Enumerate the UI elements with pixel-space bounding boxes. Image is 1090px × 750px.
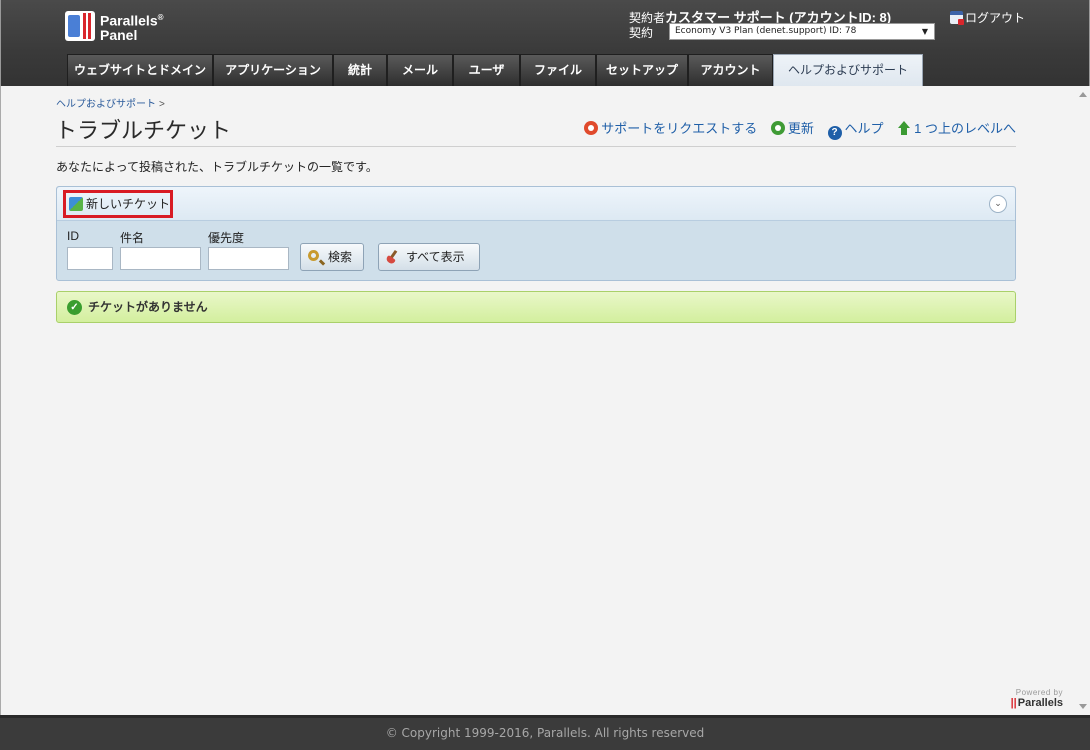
request-support-label: サポートをリクエストする	[601, 121, 758, 136]
parallels-brand-text: Parallels	[1017, 697, 1063, 709]
footer: © Copyright 1999-2016, Parallels. All ri…	[0, 715, 1090, 750]
priority-filter-label: 優先度	[208, 231, 245, 245]
show-all-button-label: すべて表示	[406, 250, 465, 264]
help-label: ヘルプ	[844, 121, 884, 136]
new-ticket-label: 新しいチケット	[86, 197, 171, 211]
empty-list-notice: ✓ チケットがありません	[56, 291, 1016, 323]
search-icon	[308, 250, 319, 261]
refresh-icon	[770, 121, 785, 135]
tab-statistics[interactable]: 統計	[333, 54, 387, 86]
page-actions: サポートをリクエストする 更新 ? ヘルプ 1 つ上のレベルへ	[574, 118, 1016, 140]
refresh-label: 更新	[787, 121, 814, 136]
new-ticket-icon	[69, 197, 83, 211]
up-level-link[interactable]: 1 つ上のレベルへ	[897, 118, 1016, 137]
tab-applications[interactable]: アプリケーション	[213, 54, 333, 86]
subject-filter-input[interactable]	[120, 247, 201, 270]
tab-files[interactable]: ファイル	[520, 54, 596, 86]
subscription-select[interactable]: Economy V3 Plan (denet.support) ID: 78 ▼	[669, 23, 935, 40]
id-filter-input[interactable]	[67, 247, 113, 270]
help-link[interactable]: ? ヘルプ	[827, 118, 884, 140]
show-all-button[interactable]: すべて表示	[378, 243, 480, 271]
panel-logo-icon	[65, 11, 95, 41]
subscription-value: Economy V3 Plan (denet.support) ID: 78	[675, 26, 857, 36]
check-icon: ✓	[67, 300, 82, 315]
up-arrow-icon	[897, 121, 911, 135]
breadcrumb-help-support[interactable]: ヘルプおよびサポート	[56, 99, 156, 110]
tab-help-support[interactable]: ヘルプおよびサポート	[773, 54, 923, 86]
powered-by-label: Powered by	[1015, 688, 1063, 697]
breadcrumb: ヘルプおよびサポート >	[56, 95, 165, 110]
parallels-brand: ||Parallels	[1011, 697, 1063, 709]
logo-line2: Panel	[100, 26, 138, 43]
breadcrumb-separator: >	[159, 99, 165, 110]
logout-label: ログアウト	[965, 11, 1026, 25]
search-button[interactable]: 検索	[300, 243, 364, 271]
scroll-down-icon[interactable]	[1079, 704, 1087, 709]
lifebuoy-icon	[584, 121, 599, 135]
search-button-label: 検索	[328, 250, 353, 264]
up-level-label: 1 つ上のレベルへ	[914, 121, 1016, 136]
parallels-bars-icon: ||	[1010, 697, 1017, 709]
broom-icon	[386, 250, 400, 264]
tab-account[interactable]: アカウント	[688, 54, 773, 86]
copyright-text: © Copyright 1999-2016, Parallels. All ri…	[385, 726, 705, 740]
id-filter-label: ID	[67, 229, 79, 243]
tab-setup[interactable]: セットアップ	[596, 54, 688, 86]
help-icon: ?	[827, 126, 842, 140]
powered-by-parallels[interactable]: Powered by ||Parallels	[1011, 688, 1063, 709]
ticket-list-panel: 新しいチケット ⌄ ID 件名 優先度 検索 すべて表示	[56, 186, 1016, 281]
page-title: トラブルチケット	[55, 118, 232, 143]
tab-mail[interactable]: メール	[387, 54, 453, 86]
account-label: 契約者	[629, 11, 666, 25]
logout-icon	[950, 11, 964, 25]
scroll-up-icon[interactable]	[1079, 92, 1087, 97]
main-content	[0, 86, 1090, 715]
parallels-panel-logo[interactable]: Parallels® Panel	[65, 10, 175, 44]
new-ticket-button[interactable]: 新しいチケット	[63, 190, 173, 218]
collapse-chevron-icon[interactable]: ⌄	[989, 195, 1007, 213]
tab-websites-domains[interactable]: ウェブサイトとドメイン	[67, 54, 213, 86]
refresh-link[interactable]: 更新	[770, 118, 814, 137]
title-divider	[56, 146, 1016, 147]
page-description: あなたによって投稿された、トラブルチケットの一覧です。	[56, 160, 378, 174]
request-support-link[interactable]: サポートをリクエストする	[584, 118, 757, 137]
panel-toolbar: 新しいチケット ⌄	[57, 187, 1015, 221]
tab-users[interactable]: ユーザ	[453, 54, 520, 86]
subscription-label: 契約	[629, 26, 654, 40]
priority-filter-input[interactable]	[208, 247, 289, 270]
subject-filter-label: 件名	[120, 231, 145, 245]
dropdown-arrow-icon: ▼	[921, 27, 928, 36]
top-header: Parallels® Panel 契約者カスタマー サポート (アカウントID:…	[0, 0, 1090, 86]
logo-text: Parallels® Panel	[100, 11, 164, 42]
logo-reg: ®	[157, 13, 164, 22]
logout-link[interactable]: ログアウト	[950, 9, 1025, 26]
notice-text: チケットがありません	[88, 300, 208, 314]
